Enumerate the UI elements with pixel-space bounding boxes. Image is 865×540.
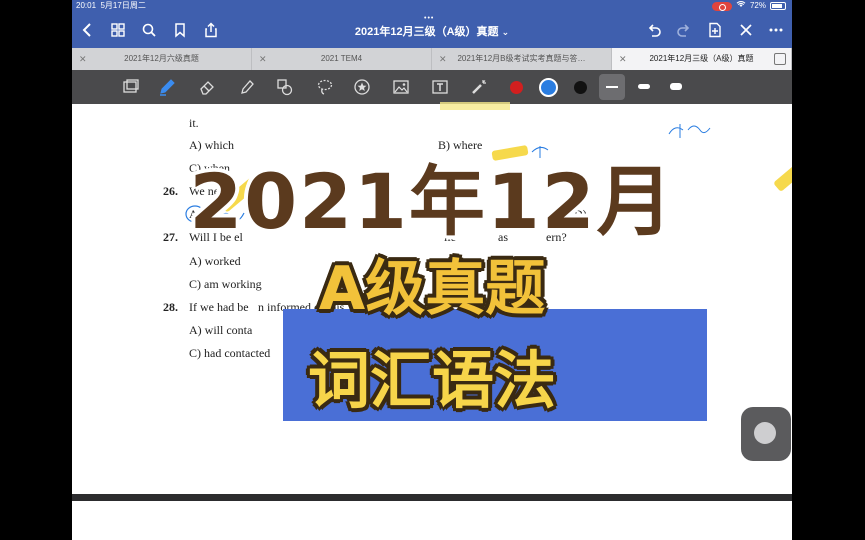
new-tab-icon[interactable] <box>774 53 786 65</box>
navigation-bar: ••• 2021年12月三级（A级）真题 ⌄ <box>72 12 792 48</box>
redo-icon[interactable] <box>674 20 694 40</box>
stroke-size-medium[interactable] <box>638 84 650 89</box>
laser-pointer-icon[interactable] <box>470 78 488 96</box>
close-icon[interactable]: ✕ <box>439 48 447 70</box>
tab-label: 2021 TEM4 <box>320 54 363 63</box>
document-title-text: 2021年12月三级（A级）真题 <box>354 26 499 38</box>
tab-level-b[interactable]: ✕ 2021年12月B级考试实考真题与答… <box>432 48 612 70</box>
highlighter-icon[interactable] <box>238 78 256 96</box>
overlay-title-year: 2021年12月 <box>189 157 675 246</box>
window-grabber[interactable]: ••• <box>424 15 434 22</box>
image-icon[interactable] <box>392 78 410 96</box>
close-icon[interactable]: ✕ <box>79 48 87 70</box>
close-icon[interactable]: ✕ <box>619 48 627 70</box>
status-bar: 20:01 5月17日周二 72% <box>72 0 792 12</box>
status-time: 20:01 <box>76 1 97 10</box>
screen-record-icon[interactable] <box>711 1 732 11</box>
close-edit-icon[interactable] <box>736 20 756 40</box>
lasso-page-icon[interactable] <box>122 78 140 96</box>
text-box-icon[interactable] <box>431 78 449 96</box>
status-time-date: 20:01 5月17日周二 <box>76 0 146 12</box>
color-blue-swatch-selected[interactable] <box>539 78 558 97</box>
next-pdf-page[interactable] <box>72 501 792 540</box>
shapes-icon[interactable] <box>276 78 294 96</box>
page-separator <box>72 494 792 501</box>
eraser-icon[interactable] <box>198 78 216 96</box>
sticker-icon[interactable] <box>353 78 371 96</box>
tab-label: 2021年12月六级真题 <box>124 54 199 63</box>
pen-icon[interactable] <box>158 78 176 96</box>
annotation-toolbar <box>72 70 792 104</box>
undo-icon[interactable] <box>644 20 664 40</box>
status-date: 5月17日周二 <box>100 1 146 10</box>
battery-icon <box>770 2 786 10</box>
tab-label: 2021年12月B级考试实考真题与答… <box>457 54 586 63</box>
stroke-size-thin-selected[interactable] <box>599 74 625 100</box>
color-red-swatch[interactable] <box>510 81 523 94</box>
tab-level-a[interactable]: ✕ 2021年12月三级（A级）真题 <box>612 48 792 70</box>
battery-percent: 72% <box>749 1 766 10</box>
tab-label: 2021年12月三级（A级）真题 <box>649 54 754 63</box>
color-black-swatch[interactable] <box>574 81 587 94</box>
tab-tem4[interactable]: ✕ 2021 TEM4 <box>252 48 432 70</box>
left-letterbox <box>0 0 72 540</box>
right-letterbox <box>792 0 865 540</box>
tab-bar: ✕ 2021年12月六级真题 ✕ 2021 TEM4 ✕ 2021年12月B级考… <box>72 48 792 70</box>
add-page-icon[interactable] <box>705 20 725 40</box>
close-icon[interactable]: ✕ <box>259 48 267 70</box>
assistive-touch-button[interactable] <box>741 407 791 461</box>
lasso-icon[interactable] <box>316 78 334 96</box>
stroke-size-thick[interactable] <box>670 83 682 90</box>
more-icon[interactable] <box>766 20 786 40</box>
wifi-icon <box>736 0 746 12</box>
chevron-down-icon: ⌄ <box>501 27 510 37</box>
overlay-title-level: A级真题 <box>318 254 546 324</box>
tab-cet6[interactable]: ✕ 2021年12月六级真题 <box>72 48 252 70</box>
ipad-screen: 20:01 5月17日周二 72% ••• 2021年12月三级（A级）真题 ⌄… <box>72 0 792 540</box>
overlay-title-topic: 词汇语法 <box>307 344 556 417</box>
